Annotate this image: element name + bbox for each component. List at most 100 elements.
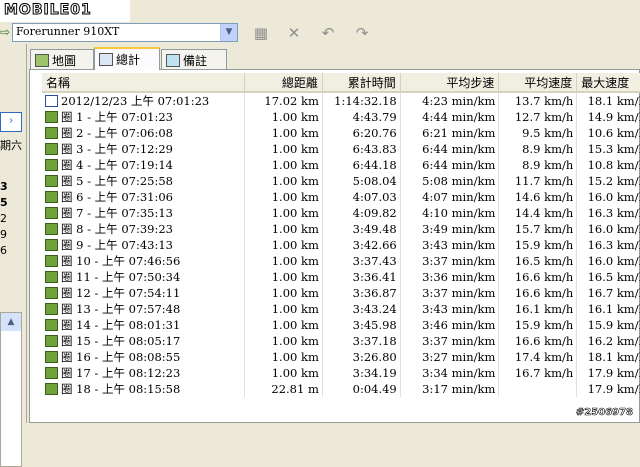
chevron-down-icon[interactable]: ▼ bbox=[220, 24, 237, 41]
lap-row[interactable]: 圈 9 - 上午 07:43:13 1.00 km 3:42.66 3:43 min/… bbox=[42, 237, 640, 253]
column-header-pace[interactable]: 平均步速 bbox=[400, 73, 500, 93]
cell-max: 16.5 km/h bbox=[576, 269, 640, 285]
tab-map[interactable]: 地圖 bbox=[30, 49, 94, 69]
lap-row[interactable]: 圈 17 - 上午 08:12:23 1.00 km 3:34.19 3:34 min… bbox=[42, 365, 640, 381]
cell-time: 4:09.82 bbox=[322, 205, 401, 221]
lap-icon bbox=[45, 383, 58, 395]
row-name: 圈 2 - 上午 07:06:08 bbox=[61, 126, 173, 140]
lap-row[interactable]: 圈 15 - 上午 08:05:17 1.00 km 3:37.18 3:37 min… bbox=[42, 333, 640, 349]
save-icon[interactable]: ▦ bbox=[250, 24, 272, 42]
lap-row[interactable]: 圈 16 - 上午 08:08:55 1.00 km 3:26.80 3:27 min… bbox=[42, 349, 640, 365]
device-select[interactable]: Forerunner 910XT ▼ bbox=[12, 23, 238, 42]
cell-avg: 11.7 km/h bbox=[498, 173, 578, 189]
row-name: 圈 1 - 上午 07:01:23 bbox=[61, 110, 173, 124]
lap-row[interactable]: 圈 13 - 上午 07:57:48 1.00 km 3:43.24 3:43 min… bbox=[42, 301, 640, 317]
column-header-avg-speed[interactable]: 平均速度 bbox=[498, 73, 578, 93]
lap-icon bbox=[45, 367, 58, 379]
redo-icon[interactable]: ↷ bbox=[351, 24, 373, 42]
cell-max: 14.9 km/h bbox=[576, 109, 640, 125]
device-toolbar: ⇨ Forerunner 910XT ▼ ▦ ✕ ↶ ↷ bbox=[0, 22, 640, 44]
tab-notes[interactable]: 備註 bbox=[161, 49, 227, 69]
cell-dist: 1.00 km bbox=[244, 237, 323, 253]
cell-pace: 6:44 min/km bbox=[400, 157, 500, 173]
lap-icon bbox=[45, 287, 58, 299]
expand-arrow-icon[interactable]: › bbox=[0, 112, 22, 132]
column-header-max-speed[interactable]: 最大速度 bbox=[576, 73, 640, 93]
cell-pace: 6:21 min/km bbox=[400, 125, 500, 141]
tab-totals[interactable]: 總計 bbox=[94, 47, 160, 70]
row-name: 圈 4 - 上午 07:19:14 bbox=[61, 158, 173, 172]
lap-row[interactable]: 圈 6 - 上午 07:31:06 1.00 km 4:07.03 4:07 min/… bbox=[42, 189, 640, 205]
cell-avg: 16.1 km/h bbox=[498, 301, 578, 317]
cell-pace: 3:43 min/km bbox=[400, 301, 500, 317]
activity-summary-row[interactable]: 2012/12/23 上午 07:01:23 17.02 km 1:14:32.18… bbox=[42, 92, 640, 109]
column-header-distance[interactable]: 總距離 bbox=[244, 73, 323, 93]
row-name-cell: 圈 12 - 上午 07:54:11 bbox=[42, 285, 245, 301]
lap-row[interactable]: 圈 14 - 上午 08:01:31 1.00 km 3:45.98 3:46 min… bbox=[42, 317, 640, 333]
row-name-cell: 圈 10 - 上午 07:46:56 bbox=[42, 253, 245, 269]
row-name-cell: 圈 8 - 上午 07:39:23 bbox=[42, 221, 245, 237]
cell-avg: 15.9 km/h bbox=[498, 237, 578, 253]
lap-icon bbox=[45, 335, 58, 347]
row-name: 圈 11 - 上午 07:50:34 bbox=[61, 270, 181, 284]
cell-max: 16.3 km/h bbox=[576, 237, 640, 253]
column-header-name[interactable]: 名稱 bbox=[42, 73, 245, 93]
row-name: 2012/12/23 上午 07:01:23 bbox=[61, 94, 210, 108]
lap-row[interactable]: 圈 3 - 上午 07:12:29 1.00 km 6:43.83 6:44 min/… bbox=[42, 141, 640, 157]
lap-icon bbox=[45, 191, 58, 203]
row-name: 圈 18 - 上午 08:15:58 bbox=[61, 382, 181, 396]
row-name-cell: 圈 18 - 上午 08:15:58 bbox=[42, 381, 245, 397]
tab-label: 備註 bbox=[183, 54, 208, 68]
activity-list: ▲ bbox=[0, 312, 22, 467]
cell-dist: 1.00 km bbox=[244, 221, 323, 237]
cell-pace: 3:37 min/km bbox=[400, 253, 500, 269]
lap-row[interactable]: 圈 11 - 上午 07:50:34 1.00 km 3:36.41 3:36 min… bbox=[42, 269, 640, 285]
row-name: 圈 12 - 上午 07:54:11 bbox=[61, 286, 181, 300]
row-name: 圈 5 - 上午 07:25:58 bbox=[61, 174, 173, 188]
lap-row[interactable]: 圈 18 - 上午 08:15:58 22.81 m 0:04.49 3:17 min… bbox=[42, 381, 640, 397]
close-icon[interactable]: ✕ bbox=[283, 24, 305, 42]
lap-row[interactable]: 圈 8 - 上午 07:39:23 1.00 km 3:49.48 3:49 min/… bbox=[42, 221, 640, 237]
row-name-cell: 圈 2 - 上午 07:06:08 bbox=[42, 125, 245, 141]
cell-time: 4:43.79 bbox=[322, 109, 401, 125]
cell-max: 10.6 km/h bbox=[576, 125, 640, 141]
cell-max: 16.3 km/h bbox=[576, 205, 640, 221]
cell-dist: 1.00 km bbox=[244, 125, 323, 141]
lap-row[interactable]: 圈 10 - 上午 07:46:56 1.00 km 3:37.43 3:37 min… bbox=[42, 253, 640, 269]
row-name-cell: 圈 17 - 上午 08:12:23 bbox=[42, 365, 245, 381]
lap-row[interactable]: 圈 4 - 上午 07:19:14 1.00 km 6:44.18 6:44 min/… bbox=[42, 157, 640, 173]
cell-pace: 4:07 min/km bbox=[400, 189, 500, 205]
laps-table: 名稱 總距離 累計時間 平均步速 平均速度 最大速度 2012/12/23 上午… bbox=[42, 73, 640, 397]
cell-pace: 4:23 min/km bbox=[400, 92, 500, 109]
cell-pace: 3:17 min/km bbox=[400, 381, 500, 397]
cell-pace: 3:37 min/km bbox=[400, 285, 500, 301]
row-name: 圈 3 - 上午 07:12:29 bbox=[61, 142, 173, 156]
cell-avg: 13.7 km/h bbox=[498, 92, 578, 109]
lap-icon bbox=[45, 223, 58, 235]
column-header-time[interactable]: 累計時間 bbox=[322, 73, 401, 93]
undo-icon[interactable]: ↶ bbox=[317, 24, 339, 42]
cell-max: 16.1 km/h bbox=[576, 301, 640, 317]
cell-max: 16.0 km/h bbox=[576, 253, 640, 269]
tab-label: 地圖 bbox=[52, 54, 77, 68]
row-name-cell: 圈 11 - 上午 07:50:34 bbox=[42, 269, 245, 285]
lap-icon bbox=[45, 111, 58, 123]
calendar-digit: 2 bbox=[0, 212, 7, 225]
lap-row[interactable]: 圈 5 - 上午 07:25:58 1.00 km 5:08.04 5:08 min/… bbox=[42, 173, 640, 189]
cell-avg: 14.6 km/h bbox=[498, 189, 578, 205]
cell-dist: 1.00 km bbox=[244, 269, 323, 285]
row-name-cell: 圈 5 - 上午 07:25:58 bbox=[42, 173, 245, 189]
cell-pace: 3:49 min/km bbox=[400, 221, 500, 237]
cell-avg: 17.4 km/h bbox=[498, 349, 578, 365]
row-name-cell: 圈 7 - 上午 07:35:13 bbox=[42, 205, 245, 221]
lap-row[interactable]: 圈 12 - 上午 07:54:11 1.00 km 3:36.87 3:37 min… bbox=[42, 285, 640, 301]
lap-row[interactable]: 圈 1 - 上午 07:01:23 1.00 km 4:43.79 4:44 min/… bbox=[42, 109, 640, 125]
cell-dist: 17.02 km bbox=[244, 92, 323, 109]
cell-avg: 8.9 km/h bbox=[498, 157, 578, 173]
cell-max: 15.2 km/h bbox=[576, 173, 640, 189]
row-name-cell: 2012/12/23 上午 07:01:23 bbox=[42, 92, 245, 109]
row-name: 圈 7 - 上午 07:35:13 bbox=[61, 206, 173, 220]
lap-row[interactable]: 圈 7 - 上午 07:35:13 1.00 km 4:09.82 4:10 min/… bbox=[42, 205, 640, 221]
lap-row[interactable]: 圈 2 - 上午 07:06:08 1.00 km 6:20.76 6:21 min/… bbox=[42, 125, 640, 141]
scroll-up-icon[interactable]: ▲ bbox=[1, 313, 21, 331]
